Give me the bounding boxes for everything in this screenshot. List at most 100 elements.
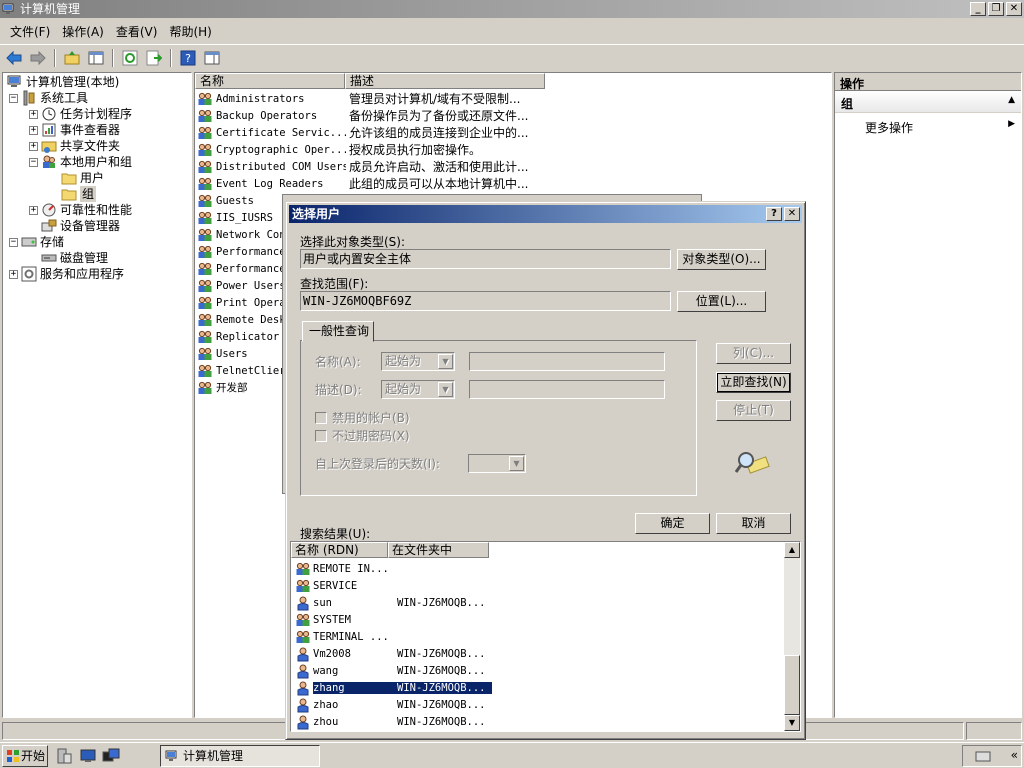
menu-view[interactable]: 查看(V) — [110, 20, 164, 42]
find-now-button[interactable]: 立即查找(N) — [716, 372, 791, 393]
expand-icon[interactable]: + — [29, 125, 38, 135]
dialog-title-bar[interactable]: 选择用户 ? ✕ — [289, 205, 802, 223]
menu-help[interactable]: 帮助(H) — [163, 20, 217, 42]
tree-item[interactable]: + 事件查看器 — [29, 122, 120, 138]
taskbar-item-computer-management[interactable]: 计算机管理 — [160, 745, 320, 767]
group-icon — [198, 194, 212, 207]
start-button[interactable]: 开始 — [2, 745, 48, 767]
scroll-down-button[interactable]: ▼ — [784, 715, 800, 731]
ok-button[interactable]: 确定 — [635, 513, 710, 534]
console-tree-icon — [88, 51, 104, 64]
result-row[interactable]: TERMINAL ... — [295, 628, 492, 645]
expand-icon[interactable]: + — [29, 109, 38, 119]
result-row[interactable]: sun WIN-JZ6MOQB... — [295, 594, 492, 611]
group-description: 备份操作员为了备份或还原文件... — [349, 109, 529, 123]
result-row[interactable]: SERVICE — [295, 577, 492, 594]
restore-button[interactable]: ❐ — [988, 2, 1004, 16]
days-since-logon-select[interactable]: ▼ — [468, 454, 526, 473]
expand-icon[interactable]: + — [9, 269, 18, 279]
tree-item[interactable]: − 系统工具 — [9, 90, 88, 106]
expand-icon[interactable]: + — [29, 205, 38, 215]
tree-item[interactable]: 计算机管理(本地) — [7, 74, 119, 90]
columns-button[interactable]: 列(C)... — [716, 343, 791, 364]
forward-button[interactable] — [28, 48, 48, 68]
user-icon — [297, 596, 309, 610]
close-button[interactable]: ✕ — [1006, 2, 1022, 16]
tree-item[interactable]: 磁盘管理 — [29, 250, 108, 266]
name-query-input[interactable] — [469, 352, 665, 371]
result-row[interactable]: wang WIN-JZ6MOQB... — [295, 662, 492, 679]
dialog-close-button[interactable]: ✕ — [784, 207, 800, 221]
refresh-button[interactable] — [120, 48, 140, 68]
help-icon: ? — [180, 50, 196, 65]
description-query-input[interactable] — [469, 380, 665, 399]
tree-item[interactable]: − 存储 — [9, 234, 64, 250]
search-results-list[interactable]: 名称 (RDN) 在文件夹中 REMOTE IN... SERVICE sun WIN… — [290, 541, 801, 732]
window-title-bar[interactable]: 计算机管理 _ ❐ ✕ — [0, 0, 1024, 18]
tree-item[interactable]: − 本地用户和组 — [29, 154, 132, 170]
result-row[interactable]: zhang WIN-JZ6MOQB... — [295, 679, 492, 696]
list-item[interactable]: Backup Operators 备份操作员为了备份或还原文件... — [197, 107, 549, 124]
server-manager-icon[interactable] — [56, 748, 72, 764]
collapse-icon[interactable]: − — [9, 237, 18, 247]
minimize-button[interactable]: _ — [970, 2, 986, 16]
help-toolbar-button[interactable]: ? — [178, 48, 198, 68]
locations-button[interactable]: 位置(L)... — [677, 291, 766, 312]
export-list-button[interactable] — [144, 48, 164, 68]
menu-action[interactable]: 操作(A) — [56, 20, 110, 42]
list-item[interactable]: Cryptographic Oper... 授权成员执行加密操作。 — [197, 141, 549, 158]
result-row[interactable]: zhou WIN-JZ6MOQB... — [295, 713, 492, 730]
show-hide-tree-button[interactable] — [86, 48, 106, 68]
list-item[interactable]: Distributed COM Users 成员允许启动、激活和使用此计... — [197, 158, 549, 175]
tree-item[interactable]: + 共享文件夹 — [29, 138, 120, 154]
list-item[interactable]: Administrators 管理员对计算机/域有不受限制... — [197, 90, 549, 107]
tree-item[interactable]: 用户 — [49, 170, 104, 186]
tree-item[interactable]: 设备管理器 — [29, 218, 120, 234]
dialog-help-button[interactable]: ? — [766, 207, 782, 221]
result-row[interactable]: REMOTE IN... — [295, 560, 492, 577]
clock-icon — [42, 107, 56, 121]
list-item[interactable]: Event Log Readers 此组的成员可以从本地计算机中... — [197, 175, 549, 192]
tab-common-queries[interactable]: 一般性查询 — [302, 321, 374, 342]
collapse-icon[interactable]: − — [9, 93, 18, 103]
result-row[interactable]: SYSTEM — [295, 611, 492, 628]
scroll-thumb[interactable] — [784, 655, 800, 715]
up-level-button[interactable] — [62, 48, 82, 68]
collapse-icon[interactable]: − — [29, 157, 38, 167]
cancel-button[interactable]: 取消 — [716, 513, 791, 534]
result-row[interactable]: zhao WIN-JZ6MOQB... — [295, 696, 492, 713]
stop-button[interactable]: 停止(T) — [716, 400, 791, 421]
scroll-up-button[interactable]: ▲ — [784, 542, 800, 558]
more-actions-item[interactable]: 更多操作 ▶ — [835, 113, 1021, 136]
tree-item[interactable]: + 任务计划程序 — [29, 106, 132, 122]
group-icon — [198, 177, 212, 190]
keyboard-icon[interactable] — [975, 749, 991, 763]
command-prompt-icon[interactable] — [102, 748, 120, 764]
expand-icon[interactable]: + — [29, 141, 38, 151]
result-name: zhao — [313, 698, 339, 711]
show-desktop-icon[interactable] — [80, 748, 96, 764]
result-row[interactable]: Vm2008 WIN-JZ6MOQB... — [295, 645, 492, 662]
tray-expand-icon[interactable]: « — [1011, 748, 1018, 762]
back-button[interactable] — [4, 48, 24, 68]
menu-file[interactable]: 文件(F) — [4, 20, 56, 42]
non-expiring-password-checkbox[interactable]: 不过期密码(X) — [315, 427, 410, 444]
column-header-description[interactable]: 描述 — [345, 73, 545, 89]
column-header-name[interactable]: 名称 — [195, 73, 345, 89]
list-item[interactable]: Certificate Servic... 允许该组的成员连接到企业中的... — [197, 124, 549, 141]
tree-item[interactable]: + 可靠性和性能 — [29, 202, 132, 218]
result-name: SYSTEM — [313, 613, 351, 626]
results-column-folder[interactable]: 在文件夹中 — [388, 542, 489, 558]
description-mode-select[interactable]: 起始为 ▼ — [381, 380, 455, 399]
group-icon — [198, 109, 212, 122]
results-column-name[interactable]: 名称 (RDN) — [291, 542, 388, 558]
name-mode-select[interactable]: 起始为 ▼ — [381, 352, 455, 371]
results-scrollbar[interactable]: ▲ ▼ — [784, 542, 800, 731]
actions-section-group[interactable]: 组 ▲ — [835, 91, 1021, 113]
tree-item[interactable]: 组 — [49, 186, 97, 202]
show-action-pane-button[interactable] — [202, 48, 222, 68]
object-types-button[interactable]: 对象类型(O)... — [677, 249, 766, 270]
disabled-accounts-checkbox[interactable]: 禁用的帐户(B) — [315, 409, 410, 426]
console-tree[interactable]: 计算机管理(本地) − 系统工具 + 任务计划程序 + 事件查看器 + 共享文件夹 − 本地用户和组… — [2, 72, 192, 718]
tree-item[interactable]: + 服务和应用程序 — [9, 266, 124, 282]
